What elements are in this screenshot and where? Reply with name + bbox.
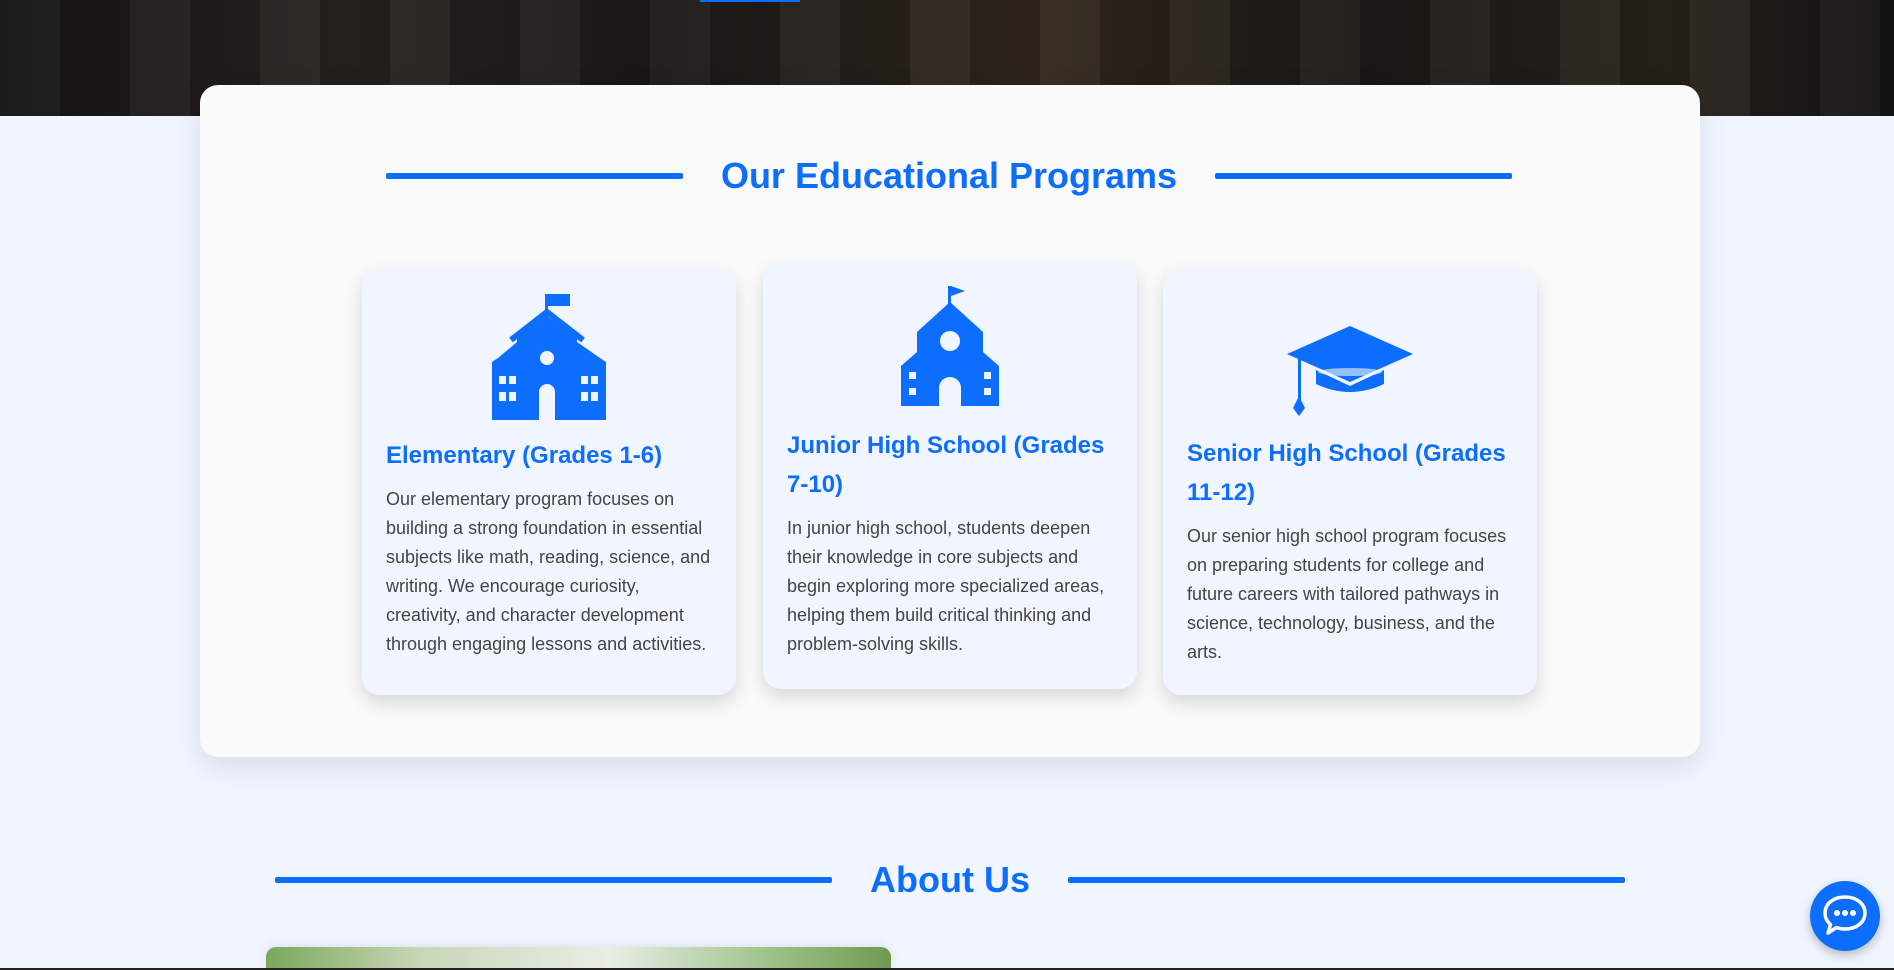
- heading-line-left: [275, 877, 832, 883]
- card-description: Our senior high school program focuses o…: [1187, 526, 1507, 662]
- card-title: Elementary (Grades 1-6): [386, 442, 663, 469]
- about-heading-text: About Us: [870, 859, 1030, 900]
- card-description: In junior high school, students deepen t…: [787, 518, 1105, 654]
- heading-line-left: [386, 173, 683, 179]
- card-title: Junior High School (Grades 7-10): [787, 432, 1105, 498]
- heading-line-right: [1215, 173, 1512, 179]
- chat-bubble-icon: [1823, 895, 1867, 935]
- graduation-cap-icon: [1287, 326, 1413, 416]
- programs-heading: Our Educational Programs: [386, 150, 1512, 202]
- program-card-junior-high: Junior High School (Grades 7-10) In juni…: [763, 262, 1137, 689]
- hero-accent-line: [700, 0, 800, 2]
- program-card-senior-high: Senior High School (Grades 11-12) Our se…: [1163, 268, 1537, 695]
- programs-heading-text: Our Educational Programs: [720, 155, 1178, 196]
- about-heading: About Us: [275, 854, 1625, 906]
- school-building-icon: [492, 294, 606, 420]
- about-image: [266, 947, 891, 970]
- card-description: Our elementary program focuses on buildi…: [386, 489, 711, 654]
- schoolhouse-icon: [901, 286, 999, 406]
- program-card-elementary: Elementary (Grades 1-6) Our elementary p…: [362, 268, 736, 695]
- card-title: Senior High School (Grades 11-12): [1187, 440, 1506, 506]
- chat-button[interactable]: [1810, 881, 1880, 951]
- heading-line-right: [1067, 877, 1625, 883]
